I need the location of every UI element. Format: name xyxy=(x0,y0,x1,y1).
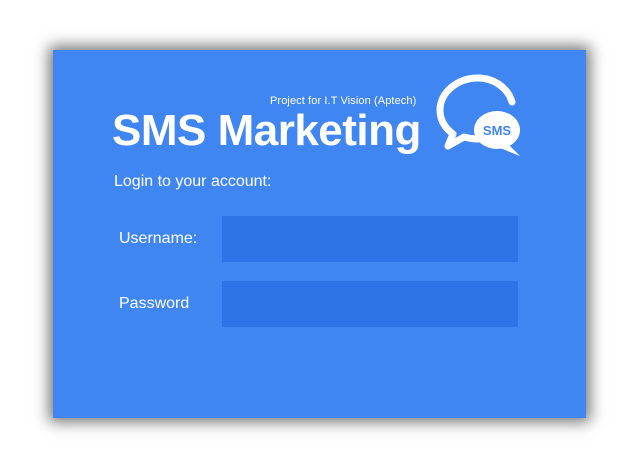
logo-sms-text: SMS xyxy=(483,123,512,138)
password-input[interactable] xyxy=(222,281,518,327)
login-heading: Login to your account: xyxy=(114,173,272,190)
sms-chat-logo-icon: SMS xyxy=(436,74,520,156)
username-input[interactable] xyxy=(222,216,518,262)
password-label: Password xyxy=(119,295,190,312)
app-title: SMS Marketing xyxy=(112,106,421,155)
username-label: Username: xyxy=(119,230,198,247)
